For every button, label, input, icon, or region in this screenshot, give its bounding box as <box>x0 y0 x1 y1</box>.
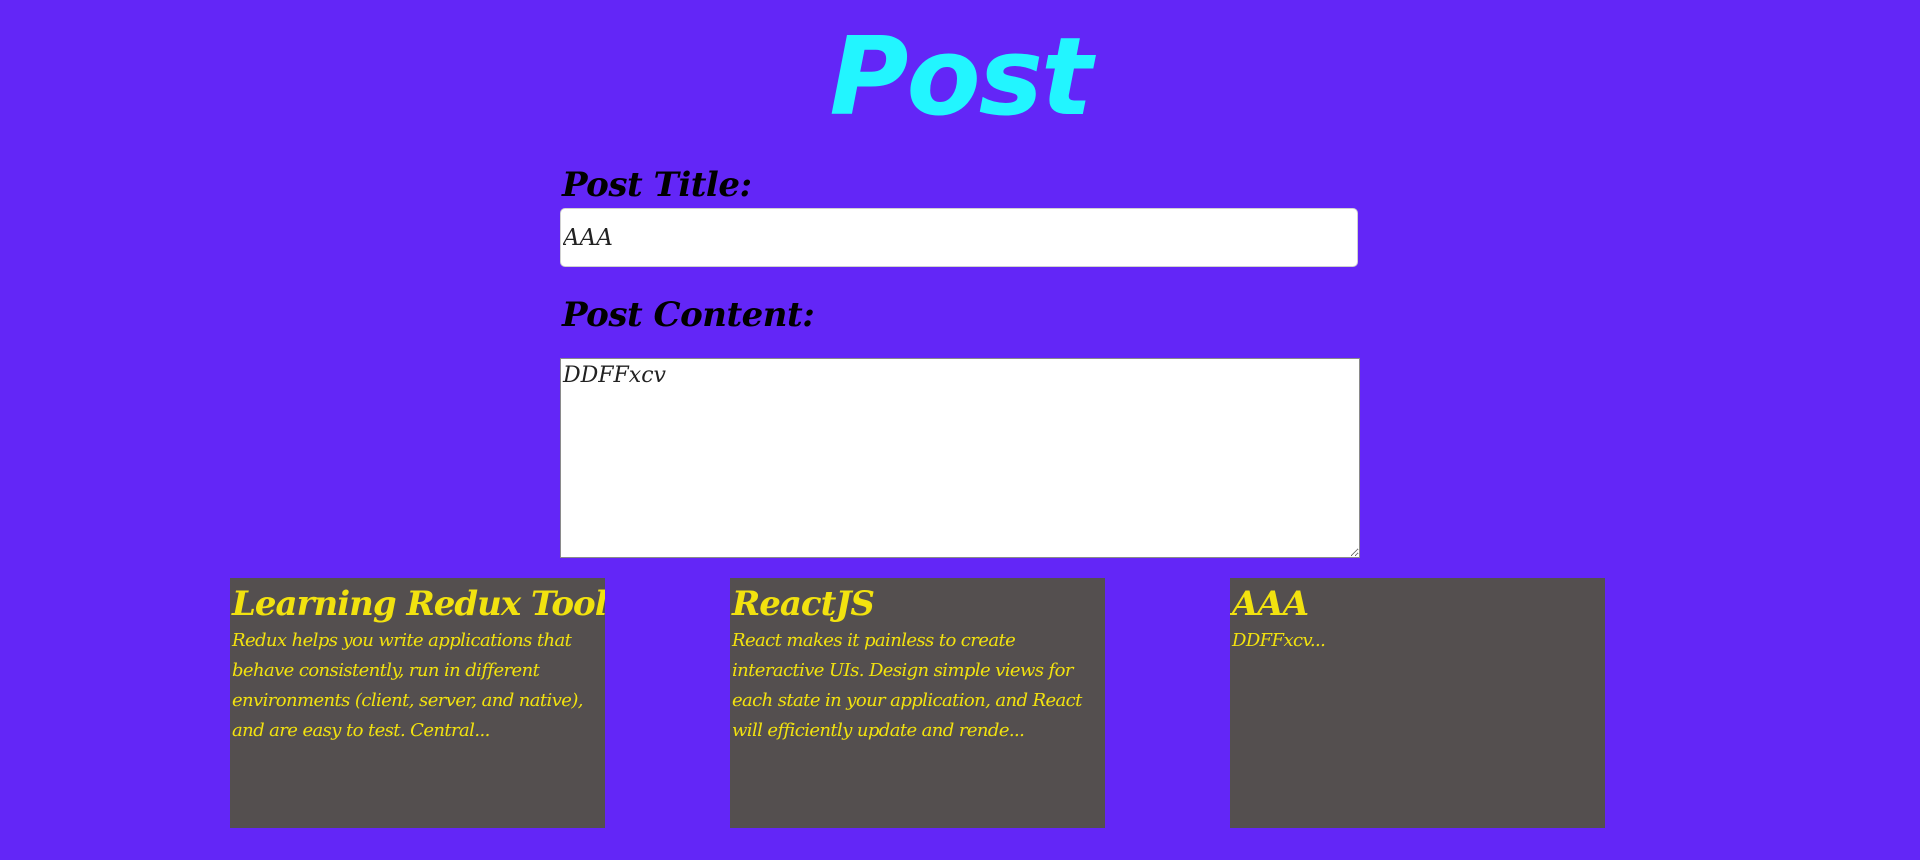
post-card: Learning Redux Toolkit Redux helps you w… <box>230 578 605 828</box>
page-title: Post <box>829 15 1092 140</box>
post-card-title: AAA <box>1232 584 1309 624</box>
post-card: AAA DDFFxcv... <box>1230 578 1605 828</box>
post-card-title: Learning Redux Toolkit <box>232 584 605 624</box>
post-title-input[interactable] <box>560 208 1358 267</box>
post-card-excerpt: React makes it painless to create intera… <box>732 630 1082 741</box>
post-title-label: Post Title: <box>562 165 752 205</box>
post-card-excerpt: DDFFxcv... <box>1232 630 1326 651</box>
post-card: ReactJS React makes it painless to creat… <box>730 578 1105 828</box>
post-content-label: Post Content: <box>562 295 815 335</box>
post-content-textarea[interactable]: DDFFxcv <box>560 358 1360 558</box>
post-card-excerpt: Redux helps you write applications that … <box>232 630 583 741</box>
post-card-title: ReactJS <box>732 584 875 624</box>
